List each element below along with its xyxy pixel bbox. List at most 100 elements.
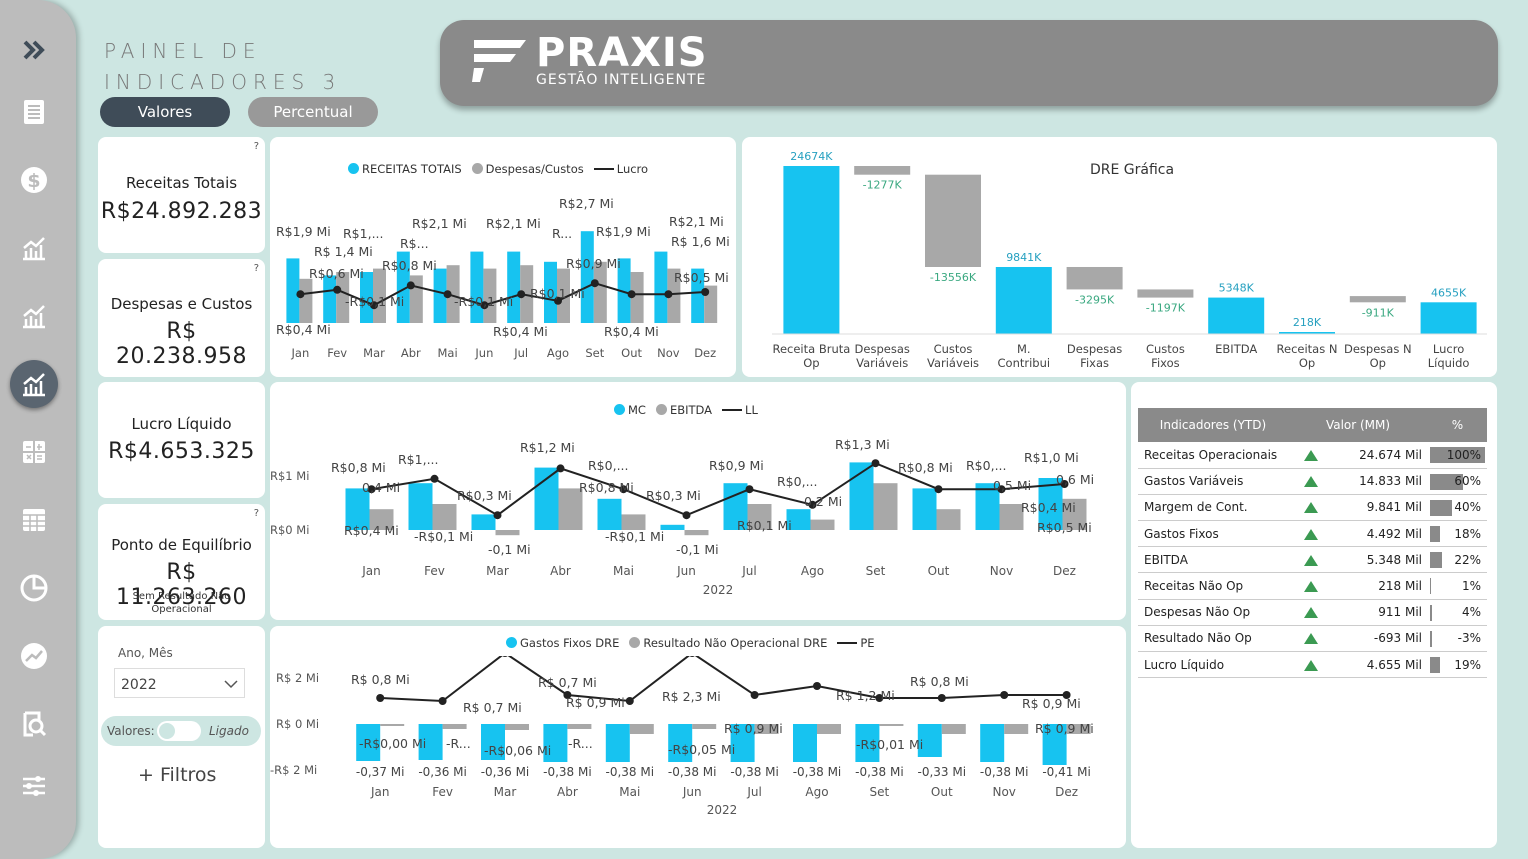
help-icon[interactable]: ?	[254, 263, 259, 274]
table-row[interactable]: Resultado Não Op -693 Mil -3%	[1138, 625, 1487, 653]
nav-pie[interactable]	[10, 564, 58, 612]
x-tick-label: Fev	[424, 564, 445, 578]
bar-receitas	[507, 251, 521, 323]
x-tick-label: Jan	[370, 785, 390, 799]
indicator-value: 24.674 Mil	[1288, 442, 1428, 469]
data-label: R$0,8 Mi	[382, 258, 437, 273]
indicator-value: 911 Mil	[1288, 599, 1428, 626]
table-row[interactable]: Despesas Não Op 911 Mil 4%	[1138, 599, 1487, 626]
x-tick-label: Jan	[361, 564, 381, 578]
table-row[interactable]: EBITDA 5.348 Mil 22%	[1138, 546, 1487, 574]
data-label: R$1,9 Mi	[276, 224, 331, 239]
nav-document-list[interactable]	[10, 88, 58, 136]
data-label: R$0,1 Mi	[737, 518, 792, 533]
legend-item[interactable]: Resultado Não Operacional DRE	[629, 636, 827, 650]
legend-line	[837, 642, 858, 644]
data-label: R$0,1 Mi	[530, 286, 585, 301]
data-label: R$0,4 Mi	[344, 523, 399, 538]
nav-chart-3-active[interactable]	[10, 360, 58, 408]
x-tick-label: Dez	[1055, 785, 1078, 799]
pct-bar	[1430, 552, 1443, 569]
nav-settings[interactable]	[10, 762, 58, 810]
valores-button[interactable]: Valores	[100, 97, 230, 127]
data-label: R$0,...	[777, 474, 818, 489]
nav-calculator[interactable]	[10, 428, 58, 476]
data-label: R$ 0,9 Mi	[1035, 721, 1094, 736]
data-label: R$0,3 Mi	[457, 488, 512, 503]
bar-ebitda	[621, 514, 646, 530]
valores-toggle[interactable]: Valores: Ligado	[101, 716, 261, 746]
nav-chart-2[interactable]	[10, 292, 58, 340]
pct-bar	[1430, 604, 1433, 621]
x-tick-label: Nov	[992, 785, 1015, 799]
x-tick-label: Nov	[990, 564, 1013, 578]
col-header-valor[interactable]: Valor (MM)	[1288, 408, 1428, 442]
data-label: R$0,9 Mi	[566, 256, 621, 271]
filters-button[interactable]: + Filtros	[138, 764, 216, 786]
dollar-icon: $	[21, 167, 47, 193]
point-lucro	[664, 290, 673, 299]
data-label: -R...	[446, 736, 471, 751]
legend-item[interactable]: Gastos Fixos DRE	[506, 636, 619, 650]
legend-item[interactable]: PE	[837, 636, 875, 650]
data-label: R$1,...	[398, 452, 439, 467]
category-label: Receita Bruta	[772, 342, 850, 356]
data-label: R$1,2 Mi	[520, 440, 575, 455]
expand-menu-button[interactable]	[10, 26, 58, 74]
indicator-pct: 22%	[1428, 546, 1487, 574]
legend-item[interactable]: MC	[614, 403, 646, 417]
data-label: R$0,8 Mi	[579, 480, 634, 495]
help-icon[interactable]: ?	[254, 508, 259, 519]
category-label: Custos	[1146, 342, 1185, 356]
table-row[interactable]: Receitas Operacionais 24.674 Mil 100%	[1138, 442, 1487, 469]
legend-item[interactable]: Despesas/Custos	[471, 162, 584, 176]
bar-resultado-nao-op	[941, 724, 966, 734]
col-header-indicador[interactable]: Indicadores (YTD)	[1138, 408, 1288, 442]
col-header-pct[interactable]: %	[1428, 408, 1487, 442]
legend-item[interactable]: Lucro	[593, 162, 648, 176]
table-row[interactable]: Gastos Variáveis 14.833 Mil 60%	[1138, 468, 1487, 495]
legend-item[interactable]: LL	[722, 403, 758, 417]
table-row[interactable]: Gastos Fixos 4.492 Mil 18%	[1138, 520, 1487, 548]
legend-item[interactable]: RECEITAS TOTAIS	[348, 162, 462, 176]
data-label: R$0,4 Mi	[493, 324, 548, 339]
year-month-dropdown[interactable]: 2022	[114, 668, 245, 698]
point-pe	[750, 691, 759, 699]
waterfall-bar	[1349, 296, 1406, 303]
point-ll	[556, 464, 565, 473]
value-label: 24674K	[790, 150, 833, 163]
bar-resultado-nao-op	[567, 724, 592, 729]
indicator-pct-text: -3%	[1457, 631, 1481, 646]
table-row[interactable]: Margem de Cont. 9.841 Mil 40%	[1138, 494, 1487, 522]
chart-gastos-fixos: R$ 2 Mi R$ 0 Mi -R$ 2 Mi -0,37 Mi Jan -0,36 M…	[270, 656, 1094, 817]
indicator-value: 218 Mil	[1288, 572, 1428, 600]
nav-chart-1[interactable]	[10, 224, 58, 272]
table-row[interactable]: Lucro Líquido 4.655 Mil 19%	[1138, 651, 1487, 679]
indicator-name: Resultado Não Op	[1138, 625, 1288, 653]
percentual-button[interactable]: Percentual	[248, 97, 378, 127]
help-icon[interactable]: ?	[254, 141, 259, 152]
legend-item[interactable]: EBITDA	[655, 403, 712, 417]
data-label: -R...	[568, 736, 593, 751]
toggle-switch[interactable]	[157, 721, 201, 741]
data-label: R$0,8 Mi	[898, 460, 953, 475]
category-label: Lucro	[1433, 342, 1464, 356]
table-row[interactable]: Receitas Não Op 218 Mil 1%	[1138, 572, 1487, 600]
x-tick-label: Out	[928, 564, 950, 578]
data-label: R$0,...	[588, 458, 629, 473]
value-label: 5348K	[1219, 282, 1255, 295]
nav-search-report[interactable]	[10, 700, 58, 748]
bar-mc	[597, 498, 622, 530]
bottom-value-label: -0,38 Mi	[793, 765, 842, 779]
nav-table[interactable]	[10, 496, 58, 544]
x-tick-label: Jul	[741, 564, 756, 578]
nav-trend[interactable]	[10, 632, 58, 680]
data-label: -R$0,1 Mi	[454, 294, 513, 309]
value-label: -1277K	[863, 179, 903, 192]
indicator-pct: 4%	[1428, 599, 1487, 626]
bottom-value-label: -0,36 Mi	[418, 765, 467, 779]
y-tick-label: R$ 0 Mi	[276, 717, 319, 731]
indicator-value-text: -693 Mil	[1373, 631, 1422, 646]
nav-finance[interactable]: $	[10, 156, 58, 204]
bar-ebitda	[936, 509, 961, 530]
